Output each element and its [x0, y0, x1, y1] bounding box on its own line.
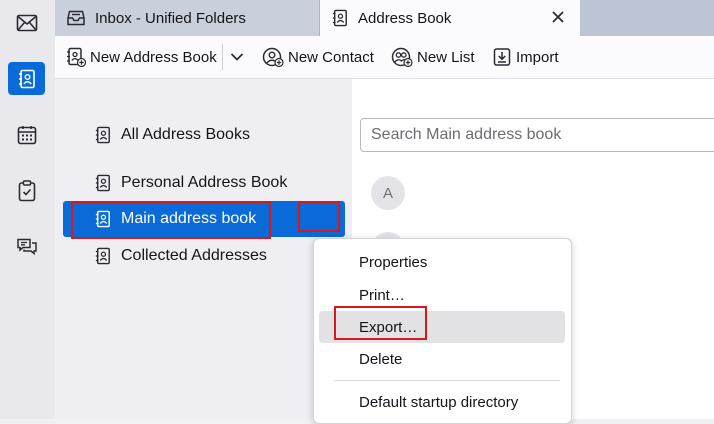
import-label: Import [516, 48, 559, 66]
menu-item-export[interactable]: Export… [319, 311, 565, 343]
new-address-book-label: New Address Book [90, 48, 217, 66]
mail-icon [16, 14, 37, 31]
book-label: Personal Address Book [121, 174, 288, 191]
menu-item-default-startup-directory[interactable]: Default startup directory [319, 386, 565, 418]
address-book-icon [95, 247, 110, 265]
book-main-address-book[interactable]: Main address book [63, 201, 345, 237]
close-icon [552, 11, 564, 23]
new-address-book-button[interactable]: New Address Book [66, 44, 217, 70]
tab-label: Address Book [358, 9, 452, 27]
address-book-icon [95, 210, 110, 228]
spaces-toolbar [0, 0, 56, 419]
new-list-label: New List [417, 48, 475, 66]
menu-item-delete[interactable]: Delete [319, 343, 565, 375]
tasks-space-button[interactable] [8, 174, 45, 207]
menu-item-print[interactable]: Print… [319, 279, 565, 311]
address-book-toolbar: New Address Book New Contact New List Im… [55, 36, 714, 79]
tab-label: Inbox - Unified Folders [95, 9, 246, 27]
search-input[interactable] [360, 118, 714, 152]
context-menu: Properties Print… Export… Delete Default… [313, 238, 572, 424]
avatar[interactable]: A [371, 176, 405, 210]
calendar-icon [17, 125, 36, 144]
new-contact-button[interactable]: New Contact [262, 44, 374, 70]
new-contact-label: New Contact [288, 48, 374, 66]
new-address-book-dropdown[interactable] [230, 44, 248, 70]
chat-icon [16, 238, 37, 255]
toolbar-separator [222, 44, 223, 70]
book-all-address-books[interactable]: All Address Books [63, 117, 345, 153]
new-address-book-icon [67, 47, 86, 67]
book-collected-addresses[interactable]: Collected Addresses [63, 238, 345, 274]
menu-item-properties[interactable]: Properties [319, 246, 565, 278]
avatar-initial: A [382, 184, 393, 202]
new-list-button[interactable]: New List [391, 44, 475, 70]
book-label: All Address Books [121, 126, 250, 143]
import-icon [493, 48, 511, 66]
chat-space-button[interactable] [8, 230, 45, 263]
book-label: Collected Addresses [121, 247, 267, 264]
mail-space-button[interactable] [8, 6, 45, 39]
import-button[interactable]: Import [492, 44, 559, 70]
address-book-space-button[interactable] [8, 62, 45, 95]
new-contact-icon [262, 47, 284, 67]
chevron-down-icon [230, 53, 244, 61]
address-book-icon [332, 9, 347, 27]
book-label: Main address book [121, 210, 257, 227]
calendar-space-button[interactable] [8, 118, 45, 151]
address-books-pane: All Address Books Personal Address Book … [55, 79, 352, 419]
menu-separator [334, 380, 560, 381]
tasks-icon [18, 179, 35, 201]
address-book-icon [95, 174, 110, 192]
inbox-tray-icon [67, 10, 85, 26]
close-tab-button[interactable] [550, 9, 566, 25]
book-personal-address-book[interactable]: Personal Address Book [63, 165, 345, 201]
address-book-icon [18, 69, 35, 88]
tab-address-book[interactable]: Address Book [320, 0, 580, 36]
address-book-icon [95, 126, 110, 144]
tab-inbox-unified-folders[interactable]: Inbox - Unified Folders [55, 0, 320, 36]
new-list-icon [391, 47, 413, 67]
tab-bar: Inbox - Unified Folders Address Book [55, 0, 714, 36]
